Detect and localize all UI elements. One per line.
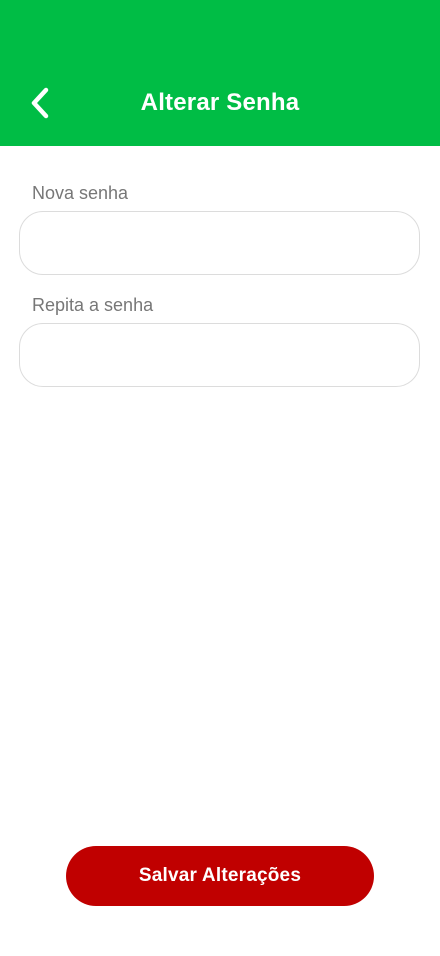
chevron-left-icon xyxy=(29,86,51,120)
repeat-password-label: Repita a senha xyxy=(32,295,154,315)
repeat-password-field[interactable] xyxy=(19,323,420,387)
back-button[interactable] xyxy=(22,84,58,122)
app-header: Alterar Senha xyxy=(0,0,440,146)
new-password-label: Nova senha xyxy=(32,183,129,203)
new-password-field[interactable] xyxy=(19,211,420,275)
page-title: Alterar Senha xyxy=(140,89,300,116)
save-changes-button[interactable]: Salvar Alterações xyxy=(66,846,374,906)
